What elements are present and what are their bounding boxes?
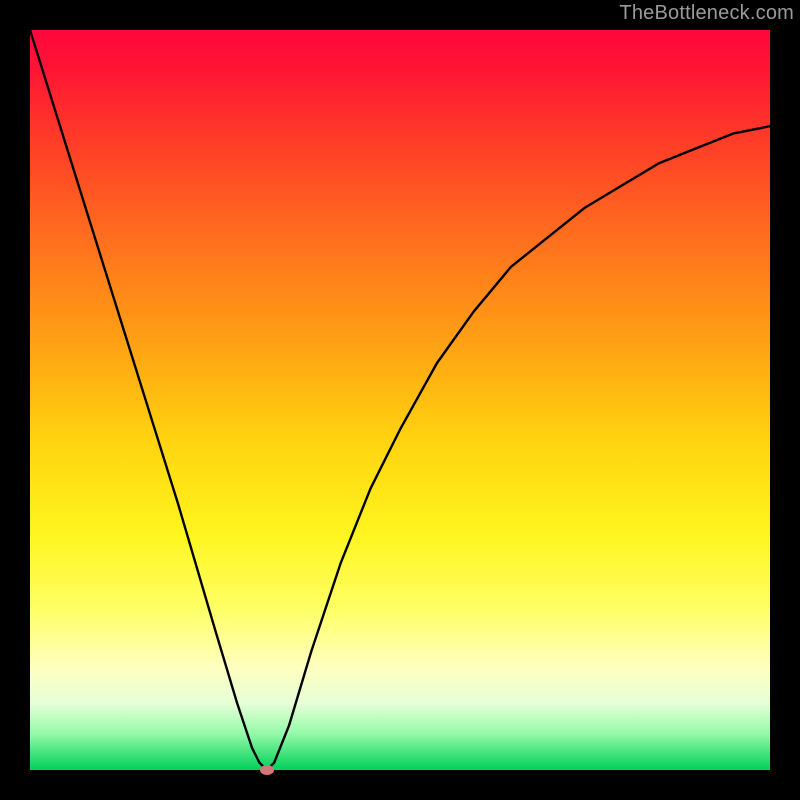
chart-container: TheBottleneck.com: [0, 0, 800, 800]
bottleneck-curve: [30, 30, 770, 770]
plot-area: [30, 30, 770, 770]
watermark-text: TheBottleneck.com: [619, 2, 794, 25]
minimum-marker: [260, 765, 274, 775]
